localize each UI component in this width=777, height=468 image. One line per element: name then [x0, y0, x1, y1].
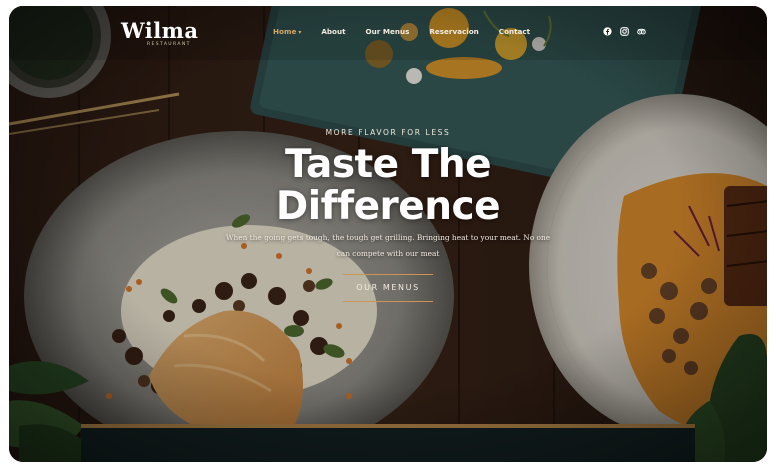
instagram-icon[interactable] — [620, 27, 629, 36]
hero-title: Taste The Difference — [9, 144, 767, 228]
nav-item-home[interactable]: Home ▾ — [273, 27, 301, 36]
nav-item-about[interactable]: About — [321, 27, 345, 36]
main-menu: Home ▾ About Our Menus Reservacion Contac… — [273, 27, 550, 36]
facebook-icon[interactable] — [603, 27, 612, 36]
hero-eyebrow: MORE FLAVOR FOR LESS — [325, 128, 451, 137]
brand-logo[interactable]: Wilma RESTAURANT — [121, 18, 199, 48]
nav-item-label: Home — [273, 27, 297, 36]
brand-tagline: RESTAURANT — [147, 42, 191, 47]
browser-viewport: Wilma RESTAURANT Home ▾ About Our Menus R… — [9, 6, 767, 462]
nav-item-contact[interactable]: Contact — [499, 27, 530, 36]
nav-item-reservacion[interactable]: Reservacion — [429, 27, 478, 36]
tripadvisor-icon[interactable] — [637, 27, 646, 36]
social-links — [603, 27, 646, 36]
our-menus-button[interactable]: OUR MENUS — [343, 274, 433, 302]
hero-description-line-2: can compete with our meat — [336, 249, 440, 258]
hero-description-line-1: When the going gets tough, the tough get… — [225, 233, 551, 242]
top-navigation: Wilma RESTAURANT Home ▾ About Our Menus R… — [9, 6, 767, 60]
nav-item-our-menus[interactable]: Our Menus — [366, 27, 410, 36]
brand-name: Wilma — [121, 18, 199, 43]
hero-title-line-1: Taste The — [284, 142, 492, 187]
hero-title-line-2: Difference — [275, 184, 501, 229]
chevron-down-icon: ▾ — [298, 29, 302, 36]
hero-description: When the going gets tough, the tough get… — [224, 230, 552, 262]
